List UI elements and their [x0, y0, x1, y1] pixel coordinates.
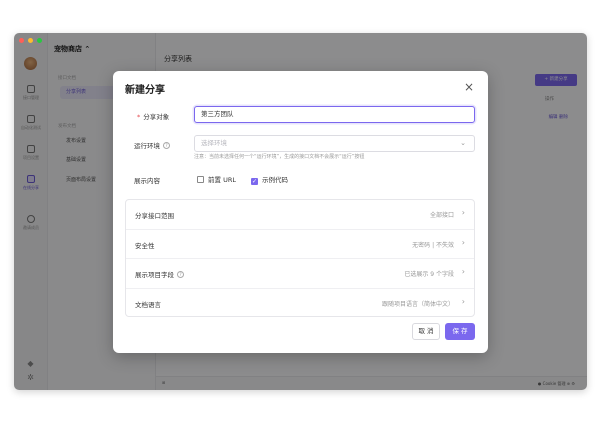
window-controls	[19, 38, 42, 43]
save-button[interactable]: 保 存	[445, 323, 475, 340]
setting-value: 无密码 | 不失效	[412, 242, 454, 249]
setting-value: 已选展示 9 个字段	[404, 271, 454, 278]
help-icon[interactable]: ?	[177, 271, 184, 278]
new-share-dialog: 新建分享 × * 分享对象 第三方团队 运行环境? 选择环境 ⌄ 注意：当前未选择任…	[113, 71, 488, 353]
env-label: 运行环境?	[134, 140, 170, 150]
setting-value: 跟随项目语言（简体中文）	[381, 301, 454, 308]
env-select[interactable]: 选择环境 ⌄	[194, 135, 475, 152]
setting-row-scope[interactable]: 分享接口范围 全部接口 ›	[126, 200, 474, 229]
setting-key: 展示项目字段?	[135, 269, 184, 279]
chevron-right-icon: ›	[461, 267, 465, 276]
chevron-right-icon: ›	[461, 238, 465, 247]
close-window-dot[interactable]	[19, 38, 24, 43]
setting-key: 安全性	[135, 242, 155, 250]
dialog-title: 新建分享	[125, 85, 165, 96]
setting-row-language[interactable]: 文档语言 跟随项目语言（简体中文） ›	[126, 288, 474, 317]
required-mark: *	[137, 113, 141, 121]
share-target-input[interactable]: 第三方团队	[194, 106, 475, 123]
checkbox-unchecked-icon	[197, 176, 204, 183]
chevron-right-icon: ›	[461, 297, 465, 306]
setting-key: 分享接口范围	[135, 212, 174, 220]
setting-row-fields[interactable]: 展示项目字段? 已选展示 9 个字段 ›	[126, 258, 474, 287]
cancel-button[interactable]: 取 消	[412, 323, 440, 340]
chevron-down-icon: ⌄	[460, 139, 466, 147]
minimize-window-dot[interactable]	[28, 38, 33, 43]
env-note: 注意：当前未选择任何一个“运行环境”，生成的接口文档不会展示“运行”按钮	[194, 154, 365, 160]
checkbox-sample-code[interactable]: ✓ 示例代码	[251, 174, 288, 185]
share-target-label: * 分享对象	[137, 113, 170, 121]
chevron-right-icon: ›	[461, 208, 465, 217]
checkbox-prefix-url[interactable]: 前置 URL	[197, 174, 236, 184]
zoom-window-dot[interactable]	[37, 38, 42, 43]
setting-key: 文档语言	[135, 301, 161, 309]
help-icon[interactable]: ?	[163, 142, 170, 149]
settings-card: 分享接口范围 全部接口 › 安全性 无密码 | 不失效 › 展示项目字段? 已选…	[125, 199, 475, 317]
close-icon[interactable]: ×	[462, 80, 476, 94]
screen: 接口管理 自动化测试 项目设置 在线分享 邀请成员 ◆ ✲ 宠物商店 ⌃ 接口文…	[0, 0, 600, 424]
checkbox-checked-icon: ✓	[251, 178, 258, 185]
display-content-label: 展示内容	[134, 177, 160, 185]
setting-value: 全部接口	[429, 212, 454, 219]
setting-row-security[interactable]: 安全性 无密码 | 不失效 ›	[126, 229, 474, 258]
